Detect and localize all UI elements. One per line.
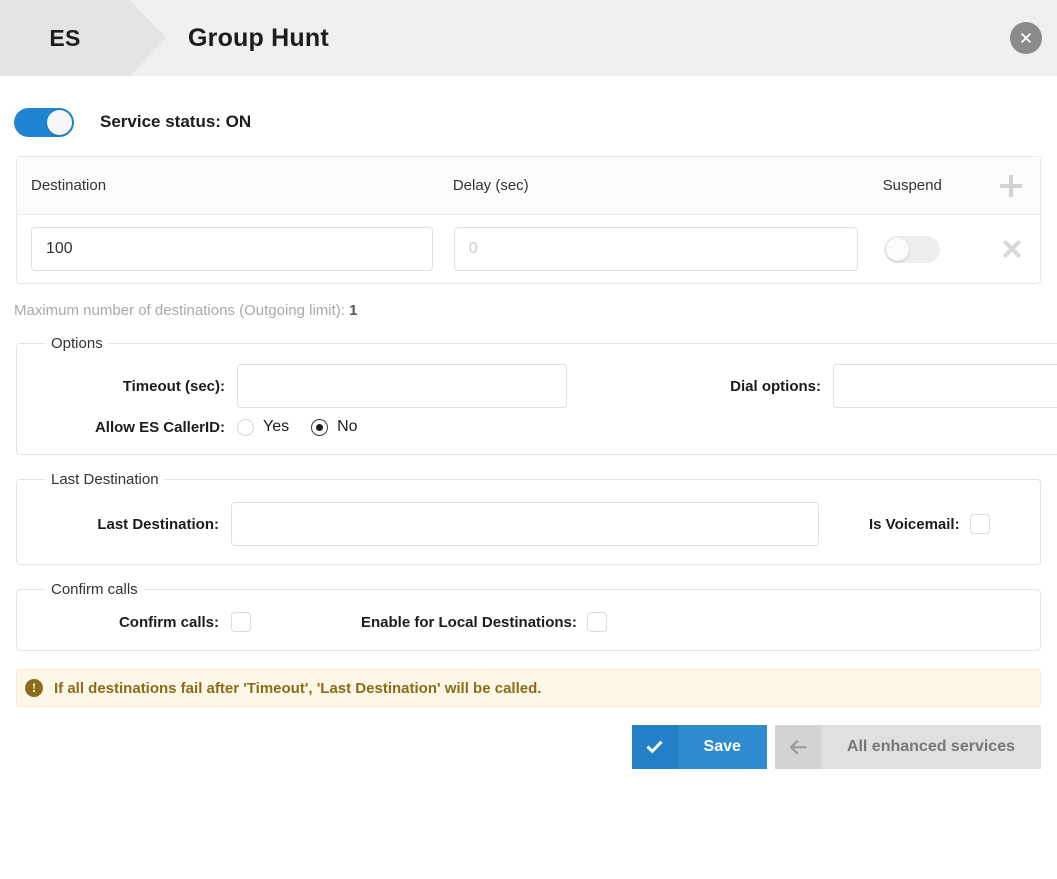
column-header-destination: Destination <box>31 177 107 194</box>
caller-id-no-label: No <box>337 418 358 435</box>
options-row-callerid: Allow ES CallerID: Yes No <box>31 418 1057 436</box>
last-destination-label: Last Destination: <box>97 515 219 533</box>
table-row <box>17 215 1040 283</box>
options-legend: Options <box>51 335 103 352</box>
timeout-label: Timeout (sec): <box>122 377 225 395</box>
caller-id-label: Allow ES CallerID: <box>94 418 225 436</box>
max-destinations-note: Maximum number of destinations (Outgoing… <box>14 302 1057 319</box>
all-enhanced-services-button[interactable]: All enhanced services <box>774 725 1041 769</box>
last-destination-input[interactable] <box>231 502 819 546</box>
exclamation-circle-icon: ! <box>25 679 43 697</box>
add-destination-button[interactable] <box>1000 174 1026 197</box>
remove-destination-icon[interactable] <box>1002 239 1022 259</box>
breadcrumb-service-label: ES <box>49 24 81 51</box>
is-voicemail-checkbox[interactable] <box>969 514 990 534</box>
all-enhanced-services-label: All enhanced services <box>846 738 1015 755</box>
column-header-suspend: Suspend <box>882 177 942 194</box>
destination-input[interactable] <box>31 227 433 271</box>
column-header-delay: Delay (sec) <box>452 177 529 194</box>
page-title: Group Hunt <box>188 23 329 52</box>
enable-local-destinations-label: Enable for Local Destinations: <box>361 613 577 631</box>
caller-id-no-radio[interactable] <box>311 418 329 436</box>
confirm-calls-fieldset: Confirm calls Confirm calls: Enable for … <box>16 581 1041 651</box>
cell-remove <box>1002 239 1026 259</box>
service-status-label: Service status: ON <box>100 112 252 131</box>
options-fieldset: Options Timeout (sec): Dial options: All… <box>16 335 1057 455</box>
breadcrumb-chevron-icon <box>130 0 166 76</box>
arrow-left-icon <box>774 725 821 769</box>
confirm-calls-checkbox[interactable] <box>231 612 251 632</box>
footer-actions: Save All enhanced services <box>0 707 1057 769</box>
confirm-calls-legend: Confirm calls <box>51 581 138 598</box>
dial-options-label: Dial options: <box>730 377 821 395</box>
plus-icon <box>1000 174 1022 197</box>
timeout-input[interactable] <box>237 364 567 408</box>
confirm-calls-row: Confirm calls: Enable for Local Destinat… <box>31 598 1026 632</box>
service-status-row: Service status: ON <box>0 76 1057 146</box>
save-button-label: Save <box>703 738 741 755</box>
toggle-knob <box>47 109 72 135</box>
cell-suspend <box>884 235 1002 263</box>
last-destination-fieldset: Last Destination Last Destination: Is Vo… <box>16 471 1041 565</box>
save-button[interactable]: Save <box>631 725 767 769</box>
last-destination-row: Last Destination: Is Voicemail: <box>31 488 1026 546</box>
is-voicemail-label: Is Voicemail: <box>869 515 960 533</box>
warning-banner: ! If all destinations fail after 'Timeou… <box>16 669 1041 707</box>
delay-input[interactable] <box>453 227 858 271</box>
close-icon <box>1021 33 1031 43</box>
max-destinations-value: 1 <box>349 302 358 319</box>
options-row-timeout: Timeout (sec): Dial options: <box>31 352 1057 408</box>
max-destinations-text: Maximum number of destinations (Outgoing… <box>14 302 345 319</box>
page-header: ES Group Hunt <box>0 0 1057 76</box>
dial-options-input[interactable] <box>833 364 1057 408</box>
destinations-table: Destination Delay (sec) Suspend <box>16 156 1041 284</box>
breadcrumb-service[interactable]: ES <box>0 0 130 76</box>
check-icon <box>631 725 678 769</box>
suspend-toggle[interactable] <box>884 235 941 263</box>
cell-destination <box>31 227 454 271</box>
cell-delay <box>453 227 885 271</box>
enable-local-destinations-checkbox[interactable] <box>586 612 607 632</box>
confirm-calls-label: Confirm calls: <box>118 613 219 631</box>
service-status-toggle[interactable] <box>14 107 74 137</box>
caller-id-yes-radio[interactable] <box>237 418 254 436</box>
table-header-row: Destination Delay (sec) Suspend <box>17 157 1040 215</box>
last-destination-legend: Last Destination <box>51 471 159 488</box>
caller-id-yes-label: Yes <box>263 418 290 435</box>
warning-text: If all destinations fail after 'Timeout'… <box>54 679 542 697</box>
close-button[interactable] <box>1010 22 1042 54</box>
toggle-knob <box>886 237 910 261</box>
